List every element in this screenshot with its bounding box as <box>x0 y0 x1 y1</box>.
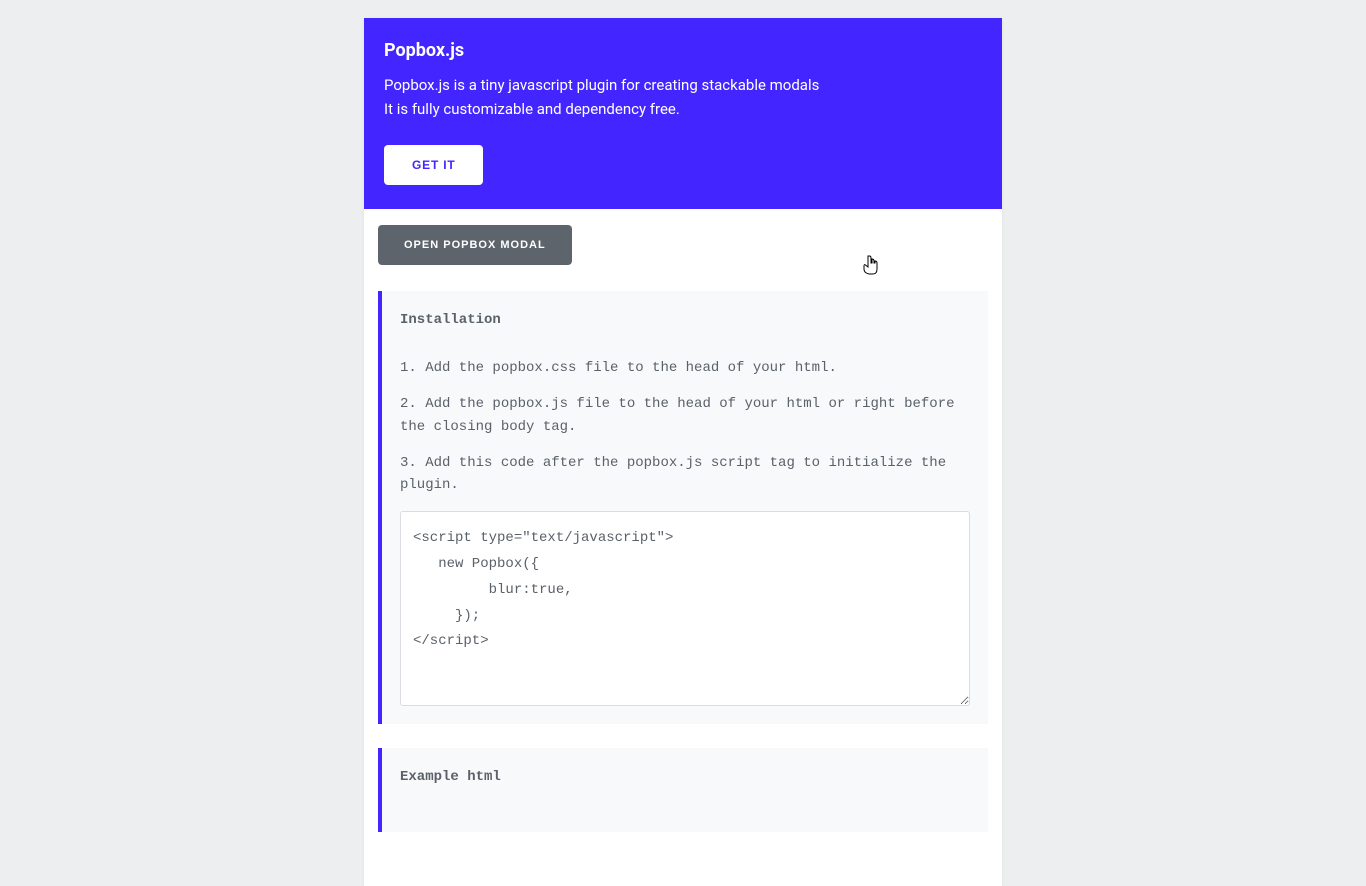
hero-banner: Popbox.js Popbox.js is a tiny javascript… <box>364 18 1002 209</box>
page-card: Popbox.js Popbox.js is a tiny javascript… <box>364 18 1002 886</box>
example-html-heading: Example html <box>400 766 970 788</box>
hero-desc-line-2: It is fully customizable and dependency … <box>384 99 982 121</box>
installation-code-snippet[interactable]: <script type="text/javascript"> new Popb… <box>400 511 970 706</box>
content-area: OPEN POPBOX MODAL Installation 1. Add th… <box>364 209 1002 886</box>
example-html-section: Example html <box>378 748 988 832</box>
installation-step-3: 3. Add this code after the popbox.js scr… <box>400 452 970 497</box>
installation-step-2: 2. Add the popbox.js file to the head of… <box>400 393 970 438</box>
page-title: Popbox.js <box>384 40 982 61</box>
open-popbox-modal-button[interactable]: OPEN POPBOX MODAL <box>378 225 572 265</box>
installation-step-1: 1. Add the popbox.css file to the head o… <box>400 357 970 379</box>
installation-section: Installation 1. Add the popbox.css file … <box>378 291 988 724</box>
hero-desc-line-1: Popbox.js is a tiny javascript plugin fo… <box>384 75 982 97</box>
get-it-button[interactable]: GET IT <box>384 145 483 185</box>
installation-heading: Installation <box>400 309 970 331</box>
